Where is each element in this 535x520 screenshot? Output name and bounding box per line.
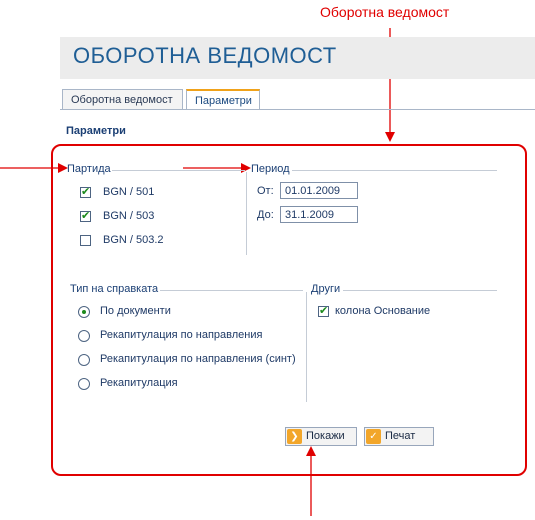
report-type-label-recap: Рекапитулация [100, 377, 178, 389]
report-type-radio-recap-by-direction[interactable] [78, 330, 90, 342]
tab-turnover-sheet[interactable]: Оборотна ведомост [62, 89, 183, 109]
to-label: До: [257, 209, 274, 221]
report-type-label-recap-by-direction-synth: Рекапитулация по направления (синт) [100, 353, 296, 365]
other-group-line [343, 290, 497, 291]
report-type-label-recap-by-direction: Рекапитулация по направления [100, 329, 263, 341]
party-label-503: BGN / 503 [103, 210, 155, 222]
report-type-group-line [160, 290, 303, 291]
other-divider [306, 292, 307, 402]
report-type-radio-recap[interactable] [78, 378, 90, 390]
print-button-label: Печат [385, 430, 416, 442]
to-date-input[interactable] [280, 206, 358, 223]
page-title: ОБОРОТНА ВЕДОМОСТ [73, 43, 337, 68]
party-label-503-2: BGN / 503.2 [103, 234, 164, 246]
arrow-right-icon: ❯ [287, 429, 302, 444]
report-type-radio-by-documents[interactable] [78, 306, 90, 318]
print-button[interactable]: ✓ Печат [364, 427, 434, 446]
party-checkbox-501[interactable] [80, 185, 91, 198]
period-legend: Период [251, 163, 290, 175]
report-type-legend: Тип на справката [70, 283, 159, 295]
party-group-line [112, 170, 245, 171]
party-checkbox-503[interactable] [80, 209, 91, 222]
party-legend: Партида [67, 163, 111, 175]
period-group-line [292, 170, 497, 171]
report-type-radio-recap-by-direction-synth[interactable] [78, 354, 90, 366]
show-button[interactable]: ❯ Покажи [285, 427, 357, 446]
period-divider [246, 172, 247, 255]
checkmark-icon: ✓ [366, 429, 381, 444]
party-label-501: BGN / 501 [103, 186, 155, 198]
party-checkbox-503-2[interactable] [80, 235, 91, 246]
section-title: Параметри [66, 125, 126, 137]
other-legend: Други [311, 283, 341, 295]
tab-divider [60, 109, 535, 110]
other-label-basis-column: колона Основание [335, 305, 431, 317]
report-type-label-by-documents: По документи [100, 305, 171, 317]
show-button-label: Покажи [306, 430, 345, 442]
from-label: От: [257, 185, 274, 197]
other-checkbox-basis-column[interactable] [318, 304, 329, 317]
from-date-input[interactable] [280, 182, 358, 199]
tab-parameters[interactable]: Параметри [186, 89, 260, 109]
